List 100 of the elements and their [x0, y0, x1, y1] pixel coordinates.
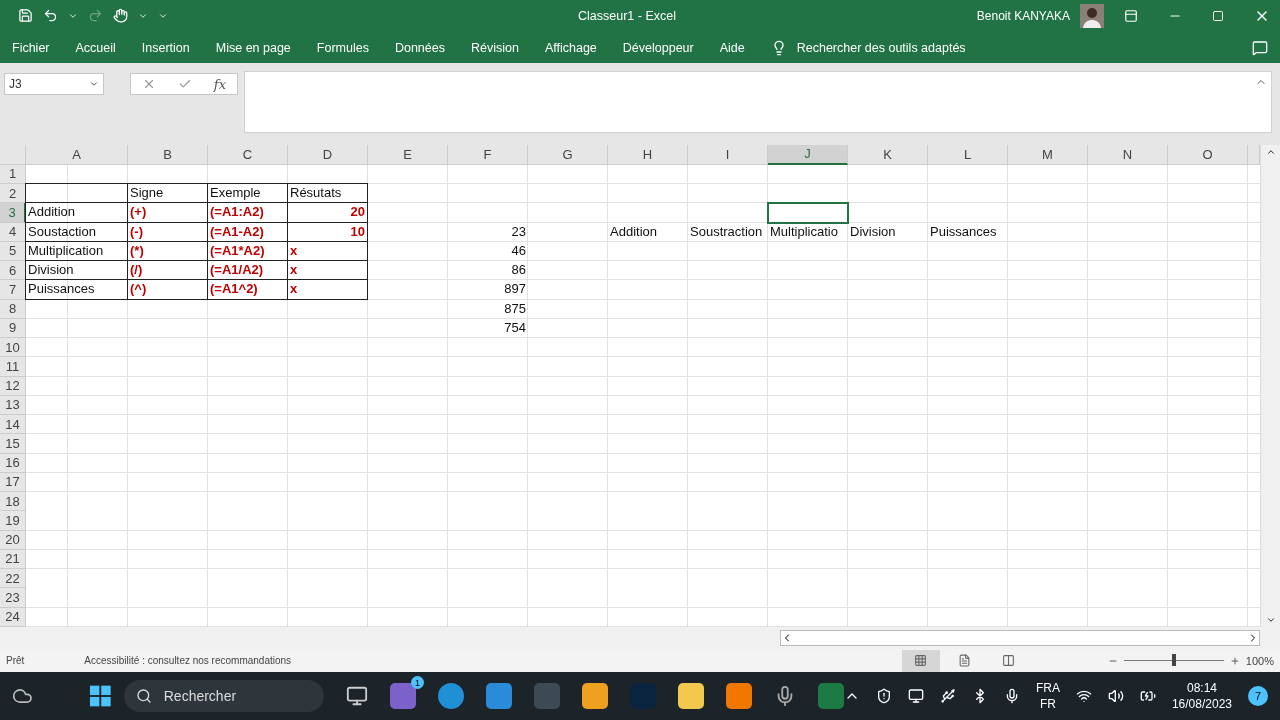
folder-icon[interactable] [677, 683, 704, 710]
tell-me-search[interactable]: Rechercher des outils adaptés [796, 40, 966, 55]
zoom-in-icon[interactable] [1229, 655, 1240, 666]
ribbon-tab[interactable]: Affichage [544, 40, 597, 55]
sheet-cell[interactable]: Soustraction [688, 222, 768, 242]
column-header[interactable]: H [608, 144, 688, 165]
row-header[interactable]: 5 [0, 241, 26, 262]
ribbon-tab[interactable]: Accueil [75, 40, 116, 55]
comments-icon[interactable] [1252, 39, 1268, 56]
row-header[interactable]: 7 [0, 280, 26, 300]
sheet-cell[interactable]: 46 [448, 241, 528, 262]
row-header[interactable]: 14 [0, 415, 26, 435]
row-header[interactable]: 4 [0, 222, 26, 242]
name-box[interactable]: J3 [4, 73, 104, 96]
column-header[interactable]: A [26, 144, 128, 165]
row-header[interactable]: 10 [0, 338, 26, 358]
vertical-scrollbar[interactable] [1260, 144, 1280, 627]
browser-icon[interactable] [437, 683, 464, 710]
notification-count[interactable]: 7 [1248, 686, 1268, 707]
sheet-cell[interactable]: x [287, 260, 368, 281]
ribbon-tab[interactable]: Développeur [622, 40, 694, 55]
ribbon-tab[interactable]: Fichier [12, 40, 50, 55]
hand-icon[interactable] [113, 8, 128, 24]
sheet-cell[interactable]: 875 [448, 299, 528, 319]
column-header[interactable]: K [848, 144, 928, 165]
column-header[interactable]: M [1008, 144, 1088, 165]
network-icon[interactable] [1075, 688, 1092, 705]
row-header[interactable]: 13 [0, 395, 26, 416]
row-header[interactable]: 20 [0, 530, 26, 550]
usb-icon[interactable] [939, 688, 956, 705]
row-header[interactable]: 8 [0, 299, 26, 319]
save-icon[interactable] [18, 8, 33, 24]
sheet-cell[interactable]: Puissances [25, 279, 128, 300]
sheet-cell[interactable]: Division [848, 222, 928, 242]
row-header[interactable]: 22 [0, 569, 26, 589]
sheet-cell[interactable]: 23 [448, 222, 528, 242]
ribbon-tab[interactable]: Aide [719, 40, 745, 55]
cone-icon[interactable] [725, 683, 752, 710]
task-view-icon[interactable] [345, 685, 368, 708]
column-header[interactable]: L [928, 144, 1008, 165]
input-language[interactable]: FRA FR [1035, 680, 1060, 713]
sheet-cell[interactable] [25, 183, 128, 204]
security-icon[interactable] [875, 688, 892, 705]
restore-icon[interactable] [1212, 9, 1224, 22]
accessibility-status[interactable]: Accessibilité : consultez nos recommandations [84, 655, 292, 667]
ribbon-tab[interactable]: Données [394, 40, 445, 55]
row-header[interactable]: 2 [0, 184, 26, 204]
ribbon-tab[interactable]: Insertion [141, 40, 190, 55]
sheet-cell[interactable]: Multiplicatio [768, 222, 848, 242]
sheet-cell[interactable]: Addition [608, 222, 688, 242]
chat-app-icon[interactable] [389, 683, 416, 710]
row-header[interactable]: 18 [0, 492, 26, 512]
display-icon[interactable] [907, 688, 924, 705]
code-editor-icon[interactable] [485, 683, 512, 710]
column-header[interactable]: F [448, 144, 528, 165]
column-header[interactable]: I [688, 144, 768, 165]
row-header[interactable]: 19 [0, 511, 26, 531]
sheet-cell[interactable]: Puissances [928, 222, 1008, 242]
column-header[interactable]: G [528, 144, 608, 165]
start-icon[interactable] [89, 684, 112, 709]
row-header[interactable]: 23 [0, 588, 26, 608]
volume-icon[interactable] [1107, 688, 1124, 705]
view-button[interactable] [901, 649, 940, 672]
row-header[interactable]: 12 [0, 376, 26, 396]
row-header[interactable]: 21 [0, 549, 26, 570]
row-header[interactable]: 9 [0, 318, 26, 339]
row-header[interactable]: 15 [0, 434, 26, 454]
column-header[interactable]: O [1168, 144, 1248, 165]
text-editor-icon[interactable] [581, 683, 608, 710]
sheet-cell[interactable]: 754 [448, 318, 528, 339]
column-header[interactable]: B [128, 144, 208, 165]
ribbon-tab[interactable]: Formules [316, 40, 369, 55]
taskbar-search[interactable]: Rechercher [123, 680, 324, 713]
row-header[interactable]: 16 [0, 453, 26, 473]
window-title: Classeur1 - Excel [578, 8, 677, 23]
ribbon-tab[interactable]: Mise en page [215, 40, 291, 55]
formula-input[interactable] [244, 71, 1272, 134]
sheet-cell[interactable]: Résutats [287, 183, 368, 204]
sheet-cell[interactable]: 86 [448, 261, 528, 281]
column-header[interactable]: D [288, 144, 368, 165]
sheet-cell[interactable]: x [287, 279, 368, 300]
undo-icon[interactable] [43, 8, 58, 24]
sheet-cell[interactable]: 897 [448, 280, 528, 300]
horizontal-scrollbar[interactable] [780, 629, 1260, 646]
column-header[interactable]: C [208, 144, 288, 165]
column-header[interactable]: E [368, 144, 448, 165]
row-header[interactable]: 11 [0, 357, 26, 377]
ribbon-display-icon[interactable] [1124, 8, 1138, 23]
row-header[interactable]: 6 [0, 261, 26, 281]
row-header[interactable]: 17 [0, 472, 26, 493]
sheet-cell[interactable]: x [287, 240, 368, 262]
zoom-slider-thumb[interactable] [1171, 654, 1176, 667]
row-header[interactable]: 3 [0, 203, 26, 223]
row-header[interactable]: 24 [0, 607, 26, 627]
clock[interactable]: 08:14 16/08/2023 [1171, 680, 1232, 713]
ribbon-tab[interactable]: Révision [470, 40, 519, 55]
column-header[interactable]: J [768, 144, 848, 165]
insert-function-button[interactable]: fx [213, 76, 226, 92]
column-header[interactable]: N [1088, 144, 1168, 165]
row-header[interactable]: 1 [0, 164, 26, 185]
